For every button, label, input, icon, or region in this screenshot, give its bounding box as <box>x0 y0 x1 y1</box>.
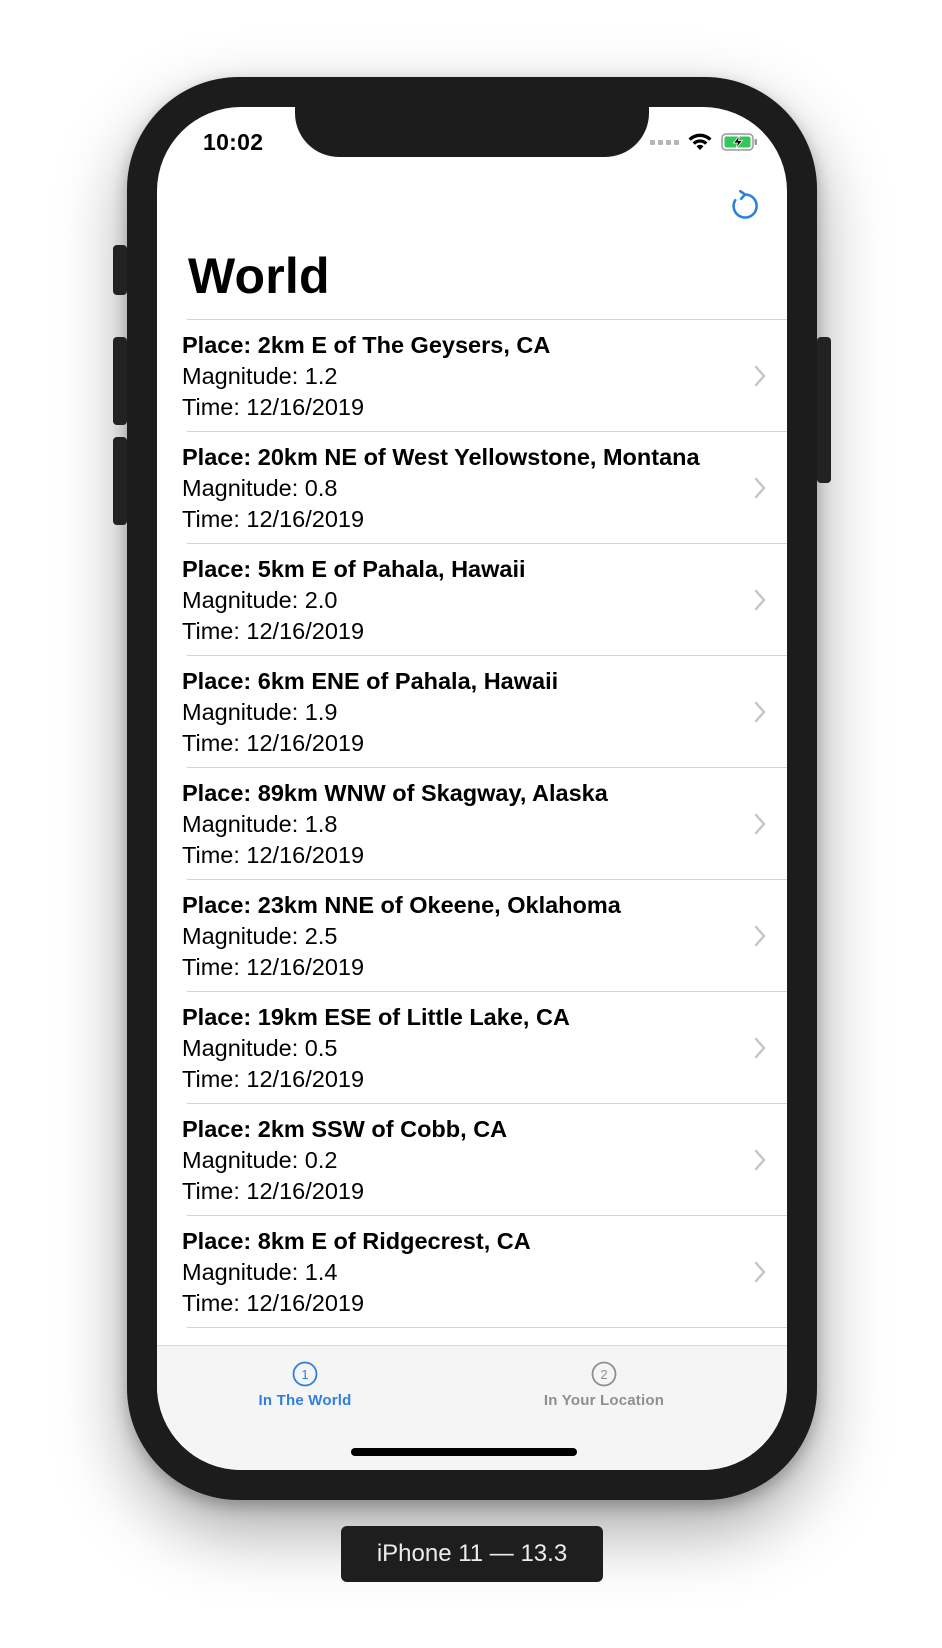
earthquake-magnitude: Magnitude: 1.2 <box>182 363 338 389</box>
earthquake-place: Place: 23km NNE of Okeene, Oklahoma <box>182 892 621 918</box>
earthquake-row[interactable]: Place: 20km NE of West Yellowstone, Mont… <box>157 432 787 544</box>
earthquake-row[interactable]: Place: 23km NNE of Okeene, Oklahoma Magn… <box>157 880 787 992</box>
earthquake-magnitude: Magnitude: 1.9 <box>182 699 338 725</box>
number-two-circle-icon: 2 <box>591 1361 617 1387</box>
mute-switch <box>113 245 127 295</box>
earthquake-time: Time: 12/16/2019 <box>182 1290 365 1316</box>
earthquake-row[interactable]: Place: 8km E of Ridgecrest, CA Magnitude… <box>157 1216 787 1328</box>
earthquake-time: Time: 12/16/2019 <box>182 1178 365 1204</box>
earthquake-magnitude: Magnitude: 0.8 <box>182 475 338 501</box>
earthquake-row[interactable]: Place: 19km ESE of Little Lake, CA Magni… <box>157 992 787 1104</box>
tab-in-your-location[interactable]: 2 In Your Location <box>504 1360 704 1409</box>
earthquake-time: Time: 12/16/2019 <box>182 506 365 532</box>
chevron-right-icon <box>754 365 766 387</box>
earthquake-place: Place: 8km E of Ridgecrest, CA <box>182 1228 531 1254</box>
tab-label: In Your Location <box>543 1392 665 1409</box>
earthquake-place: Place: 2km E of The Geysers, CA <box>182 332 551 358</box>
chevron-right-icon <box>754 925 766 947</box>
earthquake-time: Time: 12/16/2019 <box>182 1066 365 1092</box>
earthquake-place: Place: 5km E of Pahala, Hawaii <box>182 556 526 582</box>
wifi-icon <box>688 133 712 150</box>
earthquake-magnitude: Magnitude: 1.8 <box>182 811 338 837</box>
device-screen: 10:02 World Place: 2km E of The Geysers,… <box>157 107 787 1470</box>
earthquake-row[interactable]: Place: 6km ENE of Pahala, Hawaii Magnitu… <box>157 656 787 768</box>
earthquake-place: Place: 20km NE of West Yellowstone, Mont… <box>182 444 700 470</box>
chevron-right-icon <box>754 1261 766 1283</box>
number-one-circle-icon: 1 <box>292 1361 318 1387</box>
earthquake-magnitude: Magnitude: 2.0 <box>182 587 338 613</box>
volume-up-button <box>113 337 127 425</box>
chevron-right-icon <box>754 477 766 499</box>
earthquake-place: Place: 2km SSW of Cobb, CA <box>182 1116 508 1142</box>
earthquake-list[interactable]: Place: 2km E of The Geysers, CA Magnitud… <box>157 319 787 1453</box>
earthquake-place: Place: 19km ESE of Little Lake, CA <box>182 1004 570 1030</box>
page-title: World <box>188 248 330 304</box>
home-indicator[interactable] <box>351 1448 577 1456</box>
chevron-right-icon <box>754 701 766 723</box>
chevron-right-icon <box>754 589 766 611</box>
earthquake-time: Time: 12/16/2019 <box>182 842 365 868</box>
status-icons <box>650 132 759 152</box>
earthquake-magnitude: Magnitude: 2.5 <box>182 923 338 949</box>
earthquake-time: Time: 12/16/2019 <box>182 618 365 644</box>
earthquake-row[interactable]: Place: 2km SSW of Cobb, CA Magnitude: 0.… <box>157 1104 787 1216</box>
earthquake-time: Time: 12/16/2019 <box>182 954 365 980</box>
earthquake-row[interactable]: Place: 5km E of Pahala, Hawaii Magnitude… <box>157 544 787 656</box>
earthquake-place: Place: 6km ENE of Pahala, Hawaii <box>182 668 559 694</box>
earthquake-row[interactable]: Place: 89km WNW of Skagway, Alaska Magni… <box>157 768 787 880</box>
earthquake-magnitude: Magnitude: 1.4 <box>182 1259 338 1285</box>
earthquake-time: Time: 12/16/2019 <box>182 730 365 756</box>
volume-down-button <box>113 437 127 525</box>
chevron-right-icon <box>754 1149 766 1171</box>
earthquake-magnitude: Magnitude: 0.2 <box>182 1147 338 1173</box>
cellular-signal-icon <box>650 139 679 145</box>
power-button <box>817 337 831 483</box>
battery-charging-icon <box>721 133 757 151</box>
tab-in-the-world[interactable]: 1 In The World <box>205 1360 405 1409</box>
status-time: 10:02 <box>203 129 264 155</box>
refresh-icon[interactable] <box>728 189 762 223</box>
device-label: iPhone 11 — 13.3 <box>341 1526 603 1582</box>
notch <box>295 107 649 157</box>
earthquake-place: Place: 89km WNW of Skagway, Alaska <box>182 780 608 806</box>
chevron-right-icon <box>754 813 766 835</box>
earthquake-magnitude: Magnitude: 0.5 <box>182 1035 338 1061</box>
tab-number: 2 <box>600 1367 607 1382</box>
simulator-stage: 10:02 World Place: 2km E of The Geysers,… <box>0 0 942 1648</box>
tab-number: 1 <box>301 1367 308 1382</box>
earthquake-row[interactable]: Place: 2km E of The Geysers, CA Magnitud… <box>157 320 787 432</box>
chevron-right-icon <box>754 1037 766 1059</box>
tab-label: In The World <box>258 1392 352 1409</box>
earthquake-time: Time: 12/16/2019 <box>182 394 365 420</box>
